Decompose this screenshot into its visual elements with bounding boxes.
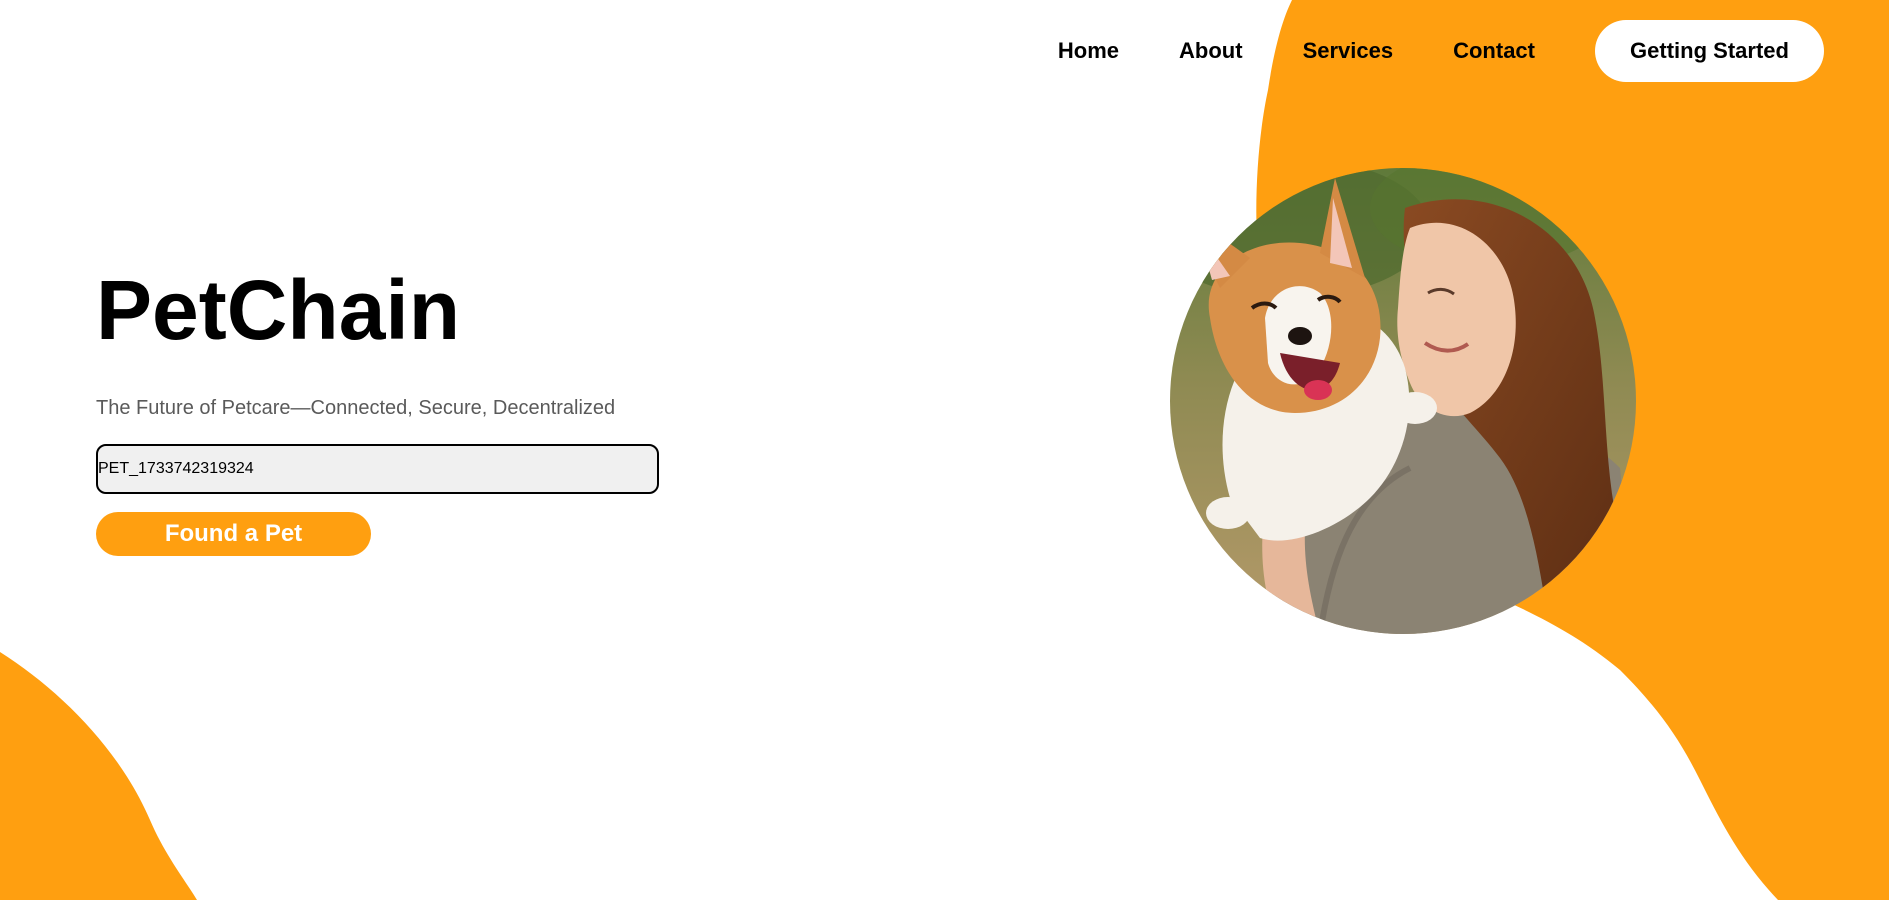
woman-holding-corgi-photo <box>1170 168 1636 634</box>
nav-link-home[interactable]: Home <box>1058 38 1119 64</box>
top-navigation: Home About Services Contact Getting Star… <box>1058 20 1824 82</box>
nav-link-about[interactable]: About <box>1179 38 1243 64</box>
landing-page: Home About Services Contact Getting Star… <box>0 0 1889 900</box>
nav-link-contact[interactable]: Contact <box>1453 38 1535 64</box>
hero-section: PetChain The Future of Petcare—Connected… <box>96 260 659 556</box>
hero-photo <box>1170 168 1636 634</box>
left-orange-blob <box>0 652 197 900</box>
page-title: PetChain <box>96 263 461 357</box>
found-a-pet-button[interactable]: Found a Pet <box>96 512 371 556</box>
hero-subtitle: The Future of Petcare—Connected, Secure,… <box>96 397 616 419</box>
pet-id-input[interactable] <box>96 444 659 494</box>
getting-started-button[interactable]: Getting Started <box>1595 20 1824 82</box>
nav-link-services[interactable]: Services <box>1303 38 1394 64</box>
